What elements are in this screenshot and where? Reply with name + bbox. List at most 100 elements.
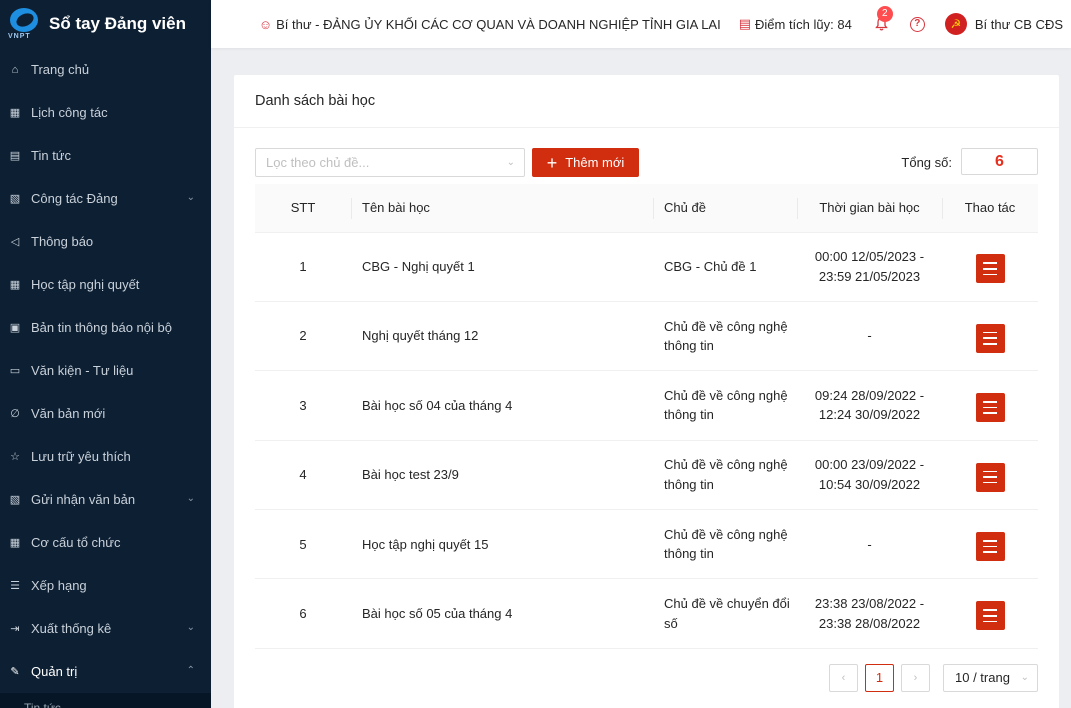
organization-icon: ▦ (9, 537, 21, 549)
file-exchange-icon: ▧ (9, 494, 21, 506)
row-time: 23:38 23/08/2022 - 23:38 28/08/2022 (797, 578, 942, 649)
row-action-cell (942, 232, 1038, 302)
sidebar-item-label: Xếp hạng (31, 578, 87, 593)
bar-chart-icon: ▤ (738, 16, 751, 31)
notification-badge: 2 (876, 6, 893, 22)
row-lesson-name: Học tập nghị quyết 15 (351, 509, 653, 580)
row-lesson-name: Bài học số 04 của tháng 4 (351, 370, 653, 441)
row-topic: Chủ đề về công nghệ thông tin (653, 370, 797, 441)
help-icon[interactable]: ? (909, 16, 925, 32)
home-icon: ⌂ (11, 63, 19, 76)
sidebar-item-label: Văn kiện - Tư liệu (31, 363, 134, 378)
row-topic: Chủ đề về công nghệ thông tin (653, 440, 797, 511)
sidebar-item-label: Quản trị (31, 664, 78, 679)
add-new-button[interactable]: + Thêm mới (532, 148, 639, 177)
next-page-button[interactable]: › (901, 664, 930, 692)
row-menu-button[interactable] (975, 323, 1005, 353)
row-time: - (797, 509, 942, 580)
points-display[interactable]: ▤ Điểm tích lũy: 84 (739, 16, 852, 32)
chevron-up-icon: ⌃ (186, 665, 195, 676)
col-topic: Chủ đề (653, 184, 797, 233)
sidebar: VNPT Sổ tay Đảng viên ⌂ Trang chủ ▦ Lịch cô… (0, 0, 211, 708)
app-title: Sổ tay Đảng viên (49, 14, 186, 33)
row-menu-button[interactable] (975, 531, 1005, 561)
table-row: 5 Học tập nghị quyết 15 Chủ đề về công ngh… (255, 509, 1038, 580)
sidebar-item-9[interactable]: ☆ Lưu trữ yêu thích (0, 435, 211, 478)
sidebar-item-label: Bản tin thông báo nội bộ (31, 320, 172, 335)
page-size-select[interactable]: 10 / trang ⌄ (943, 664, 1038, 692)
sidebar-item-5[interactable]: ▦ Học tập nghị quyết (0, 263, 211, 306)
calendar-icon: ▦ (9, 107, 21, 119)
row-menu-button[interactable] (975, 393, 1005, 423)
pagination: ‹ 1 › 10 / trang ⌄ (822, 664, 1038, 692)
user-role[interactable]: ☺ Bí thư - ĐẢNG ỦY KHỐI CÁC CƠ QUAN VÀ D… (259, 17, 721, 32)
row-time: 09:24 28/09/2022 - 12:24 30/09/2022 (797, 370, 942, 441)
sidebar-item-0[interactable]: ⌂ Trang chủ (0, 48, 211, 91)
row-time: 00:00 12/05/2023 - 23:59 21/05/2023 (797, 232, 942, 302)
notification-bell[interactable]: 2 (874, 6, 893, 32)
row-stt: 4 (255, 440, 351, 511)
sidebar-item-10[interactable]: ▧ Gửi nhận văn bản ⌄ (0, 478, 211, 521)
sidebar-item-13[interactable]: ⇥ Xuất thống kê ⌄ (0, 607, 211, 650)
row-menu-button[interactable] (975, 254, 1005, 284)
row-menu-button[interactable] (975, 462, 1005, 492)
sidebar-item-2[interactable]: ▤ Tin tức (0, 134, 211, 177)
grid-icon: ▦ (9, 279, 21, 291)
sidebar-item-6[interactable]: ▣ Bản tin thông báo nội bộ (0, 306, 211, 349)
row-lesson-name: Bài học test 23/9 (351, 440, 653, 511)
megaphone-icon: ◁ (10, 236, 20, 248)
toolbar: Lọc theo chủ đề... ⌄ + Thêm mới Tổng số:… (255, 148, 1038, 178)
chevron-down-icon: ⌄ (186, 622, 195, 633)
table-row: 3 Bài học số 04 của tháng 4 Chủ đề về công… (255, 370, 1038, 441)
table-row: 1 CBG - Nghị quyết 1 CBG - Chủ đề 1 00:00 1… (255, 232, 1038, 302)
sidebar-item-label: Văn bản mới (31, 406, 106, 421)
page-1-button[interactable]: 1 (865, 664, 894, 692)
row-stt: 6 (255, 578, 351, 649)
lesson-table: STT Tên bài học Chủ đề Thời gian bài học… (255, 184, 1038, 649)
sidebar-item-7[interactable]: ▭ Văn kiện - Tư liệu (0, 349, 211, 392)
sidebar-item-label: Lịch công tác (31, 105, 108, 120)
sidebar-item-label: Gửi nhận văn bản (31, 492, 136, 507)
avatar[interactable]: ☭ (944, 13, 967, 35)
sidebar-item-11[interactable]: ▦ Cơ cấu tổ chức (0, 521, 211, 564)
top-header: ☺ Bí thư - ĐẢNG ỦY KHỐI CÁC CƠ QUAN VÀ D… (211, 0, 1071, 48)
sidebar-item-8[interactable]: ∅ Văn bản mới (0, 392, 211, 435)
sidebar-item-label: Học tập nghị quyết (31, 277, 140, 292)
tools-icon: ✎ (10, 666, 20, 678)
row-stt: 5 (255, 509, 351, 580)
row-action-cell (942, 440, 1038, 511)
lesson-list-card: Danh sách bài học Lọc theo chủ đề... ⌄ +… (234, 75, 1059, 708)
user-icon: ☺ (258, 16, 273, 32)
brand[interactable]: VNPT Sổ tay Đảng viên (0, 0, 211, 48)
sidebar-item-4[interactable]: ◁ Thông báo (0, 220, 211, 263)
row-time: - (797, 301, 942, 372)
row-menu-button[interactable] (975, 601, 1005, 631)
prev-page-button[interactable]: ‹ (829, 664, 858, 692)
sidebar-item-label: Công tác Đảng (31, 191, 118, 206)
row-action-cell (942, 370, 1038, 441)
sidebar-item-3[interactable]: ▧ Công tác Đảng ⌄ (0, 177, 211, 220)
row-action-cell (942, 578, 1038, 649)
sidebar-item-1[interactable]: ▦ Lịch công tác (0, 91, 211, 134)
row-stt: 2 (255, 301, 351, 372)
total-label: Tổng số: (901, 155, 952, 170)
sidebar-item-12[interactable]: ☰ Xếp hạng (0, 564, 211, 607)
col-stt: STT (255, 184, 351, 233)
topic-filter-select[interactable]: Lọc theo chủ đề... ⌄ (255, 148, 525, 177)
sidebar-subitem[interactable]: Tin tức (0, 693, 211, 708)
folder-icon: ▭ (9, 365, 21, 377)
paperclip-icon: ∅ (10, 408, 20, 420)
row-lesson-name: CBG - Nghị quyết 1 (351, 232, 653, 302)
sidebar-item-label: Lưu trữ yêu thích (31, 449, 131, 464)
row-topic: Chủ đề về chuyển đổi số (653, 578, 797, 649)
col-time: Thời gian bài học (797, 184, 942, 233)
user-name[interactable]: Bí thư CB CĐS (975, 17, 1063, 32)
col-action: Thao tác (942, 184, 1038, 233)
sidebar-item-label: Xuất thống kê (31, 621, 112, 636)
sidebar-item-label: Tin tức (31, 148, 72, 163)
sidebar-item-14[interactable]: ✎ Quản trị ⌃ (0, 650, 211, 693)
col-name: Tên bài học (351, 184, 653, 233)
row-topic: Chủ đề về công nghệ thông tin (653, 509, 797, 580)
chevron-down-icon: ⌄ (506, 157, 515, 168)
row-lesson-name: Bài học số 05 của tháng 4 (351, 578, 653, 649)
